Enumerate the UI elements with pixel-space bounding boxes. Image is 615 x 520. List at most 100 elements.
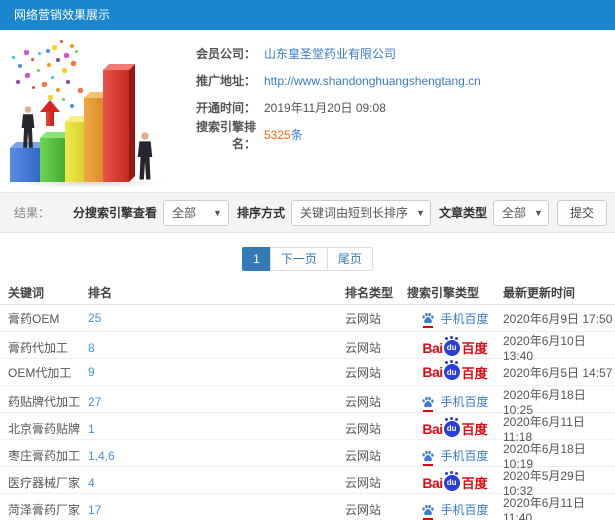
pagination-page-1[interactable]: 1 bbox=[242, 247, 271, 271]
baidu-red-underline bbox=[423, 517, 434, 520]
baidu-paw-icon: du bbox=[443, 335, 460, 356]
confetti-dot bbox=[71, 61, 76, 66]
arrow-head bbox=[40, 100, 60, 112]
rank-link[interactable]: 27 bbox=[88, 395, 101, 409]
table-row: 膏药代加工 8 云网站 Bai du 百度 2020年6月10日 13:40 bbox=[0, 332, 615, 363]
column-header: 关键词 bbox=[8, 286, 45, 300]
rank-type-cell: 云网站 bbox=[345, 311, 382, 326]
engine-cell: 手机百度 bbox=[407, 310, 503, 328]
baidu-paw-icon: du bbox=[443, 416, 460, 437]
results-table: 关键词 排名 排名类型 搜索引擎类型 最新更新时间 膏药OEM 25 云网站 手机百度 202… bbox=[0, 281, 615, 520]
baidu-logo-text: 百度 bbox=[461, 365, 488, 381]
result-label: 结果： bbox=[14, 206, 51, 220]
rank-count-unit: 条 bbox=[290, 128, 303, 142]
arrow-stem bbox=[46, 112, 54, 126]
table-row: 医疗器械厂家 4 云网站 Bai du 百度 2020年5月29日 10:32 bbox=[0, 467, 615, 498]
company-info-list: 会员公司： 山东皇圣堂药业有限公司 推广地址： http://www.shandong… bbox=[186, 30, 615, 151]
confetti-dot bbox=[12, 56, 15, 59]
dropdown-arrow-icon: ▼ bbox=[213, 207, 222, 218]
rank-type-cell: 云网站 bbox=[345, 341, 382, 355]
info-label: 搜索引擎排名： bbox=[195, 119, 256, 151]
mobile-baidu-icon bbox=[421, 395, 435, 412]
info-value-link[interactable]: http://www.shandonghuangshengtang.cn bbox=[264, 74, 481, 88]
info-value-link[interactable]: 山东皇圣堂药业有限公司 bbox=[264, 45, 396, 62]
dropdown-arrow-icon: ▼ bbox=[415, 207, 425, 218]
engine-cell: 手机百度 bbox=[407, 447, 503, 466]
engine-cell: Bai du 百度 bbox=[407, 470, 503, 492]
engine-filter-select[interactable]: 全部 ▼ bbox=[162, 199, 229, 226]
baidu-logo-bai: Bai bbox=[422, 339, 443, 356]
submit-button[interactable]: 提交 bbox=[556, 199, 607, 226]
rank-count: 5325 bbox=[264, 128, 291, 142]
keyword-cell: 医疗器械厂家 bbox=[8, 476, 81, 490]
article-filter-label: 文章类型 bbox=[438, 206, 487, 220]
mobile-baidu-label: 手机百度 bbox=[440, 449, 489, 463]
engine-filter-label: 分搜索引擎查看 bbox=[72, 206, 157, 220]
baidu-logo-text: 百度 bbox=[461, 341, 488, 356]
bar-blue bbox=[10, 148, 44, 182]
table-row: 菏泽膏药厂家 17 云网站 手机百度 2020年6月11日 11:40 bbox=[0, 494, 615, 520]
confetti-dot bbox=[32, 86, 35, 89]
baidu-logo-text: 百度 bbox=[461, 422, 488, 437]
rank-link[interactable]: 25 bbox=[88, 311, 101, 325]
mobile-baidu-paw bbox=[422, 396, 435, 407]
table-header: 关键词 排名 排名类型 搜索引擎类型 最新更新时间 bbox=[0, 281, 615, 305]
baidu-paw-icon: du bbox=[443, 470, 460, 491]
rank-link[interactable]: 17 bbox=[88, 503, 101, 517]
confetti-dot bbox=[70, 44, 74, 48]
info-value: 5325条 bbox=[264, 126, 303, 143]
table-row: OEM代加工 9 云网站 Bai du 百度 2020年6月5日 14:57 bbox=[0, 359, 615, 386]
confetti-dot bbox=[24, 50, 29, 55]
article-filter-select[interactable]: 全部 ▼ bbox=[492, 199, 549, 226]
confetti-dot bbox=[42, 82, 47, 87]
mobile-baidu-badge: 手机百度 bbox=[421, 310, 489, 328]
filter-bar: 结果： 分搜索引擎查看 全部 ▼ 排序方式 关键词由短到长排序 ▼ 文章类型 全… bbox=[0, 192, 615, 233]
rank-link[interactable]: 1,4,6 bbox=[88, 449, 115, 463]
table-row: 北京膏药贴牌 1 云网站 Bai du 百度 2020年6月11日 11:18 bbox=[0, 413, 615, 444]
businessman-figure-left bbox=[21, 106, 35, 148]
updated-cell: 2020年6月5日 14:57 bbox=[503, 365, 613, 380]
keyword-cell: 菏泽膏药厂家 bbox=[8, 503, 81, 517]
bar-chart-illustration bbox=[4, 38, 179, 188]
baidu-logo-du: du bbox=[446, 367, 457, 377]
confetti-dot bbox=[78, 88, 83, 93]
pagination-last[interactable]: 尾页 bbox=[326, 247, 373, 271]
baidu-logo: Bai du 百度 bbox=[422, 360, 488, 382]
baidu-logo-bai: Bai bbox=[422, 474, 443, 491]
rank-link[interactable]: 9 bbox=[88, 365, 95, 379]
up-arrow-icon bbox=[40, 100, 60, 126]
mobile-baidu-icon bbox=[421, 311, 435, 328]
info-label: 会员公司： bbox=[195, 47, 256, 61]
baidu-red-underline bbox=[423, 463, 434, 466]
confetti-dot bbox=[70, 104, 74, 108]
keyword-cell: 膏药代加工 bbox=[8, 341, 69, 355]
confetti-dot bbox=[51, 76, 54, 79]
info-label: 开通时间： bbox=[195, 101, 256, 115]
confetti-dot bbox=[37, 69, 40, 72]
table-row: 枣庄膏药加工 1,4,6 云网站 手机百度 2020年6月18日 10:19 bbox=[0, 440, 615, 471]
rank-type-cell: 云网站 bbox=[345, 449, 382, 463]
confetti-dot bbox=[18, 64, 22, 68]
mobile-baidu-badge: 手机百度 bbox=[421, 393, 489, 412]
engine-cell: Bai du 百度 bbox=[407, 416, 503, 438]
updated-cell: 2020年6月9日 17:50 bbox=[503, 311, 613, 326]
rank-type-cell: 云网站 bbox=[345, 365, 382, 380]
baidu-logo-du: du bbox=[446, 478, 457, 487]
rank-link[interactable]: 8 bbox=[88, 341, 95, 355]
confetti-dot bbox=[56, 58, 60, 62]
rank-link[interactable]: 1 bbox=[88, 422, 95, 436]
article-filter-value: 全部 bbox=[501, 206, 526, 220]
confetti-dot bbox=[47, 63, 51, 67]
rank-type-cell: 云网站 bbox=[345, 422, 382, 436]
mobile-baidu-paw bbox=[422, 504, 435, 515]
mobile-baidu-paw bbox=[422, 312, 435, 324]
pagination-next[interactable]: 下一页 bbox=[269, 247, 328, 271]
confetti-dot bbox=[38, 52, 41, 55]
rank-type-cell: 云网站 bbox=[345, 476, 382, 490]
sort-filter-select[interactable]: 关键词由短到长排序 ▼ bbox=[290, 199, 431, 226]
rank-link[interactable]: 4 bbox=[88, 476, 95, 490]
confetti-dot bbox=[56, 88, 60, 92]
baidu-logo-text: 百度 bbox=[461, 476, 488, 491]
mobile-baidu-label: 手机百度 bbox=[440, 395, 489, 409]
info-label: 推广地址： bbox=[195, 74, 256, 88]
